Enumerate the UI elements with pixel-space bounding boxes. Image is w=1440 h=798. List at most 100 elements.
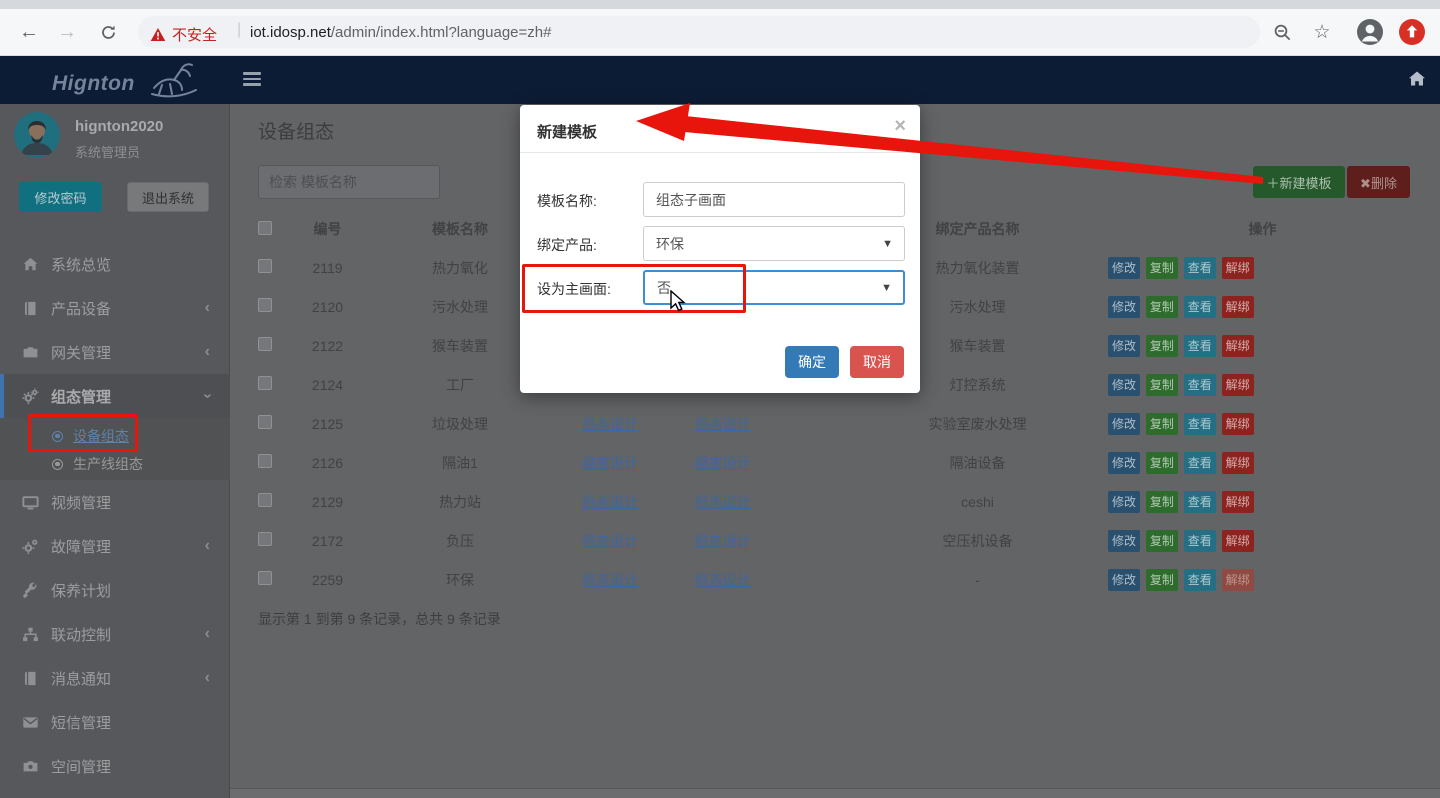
design-link[interactable]: 组态设计	[582, 533, 638, 549]
modal-close-icon[interactable]: ×	[894, 115, 906, 138]
design-link[interactable]: 组态设计	[582, 416, 638, 432]
view-button[interactable]: 查看	[1184, 413, 1216, 435]
template-name-input[interactable]	[643, 182, 905, 217]
unbind-button[interactable]: 解绑	[1222, 257, 1254, 279]
bind-product-select[interactable]: 环保 ▼	[643, 226, 905, 261]
unbind-button[interactable]: 解绑	[1222, 374, 1254, 396]
view-button[interactable]: 查看	[1184, 257, 1216, 279]
zoom-out-button[interactable]	[1268, 18, 1296, 46]
sidebar-item-products[interactable]: 产品设备 ‹	[0, 286, 230, 330]
edit-button[interactable]: 修改	[1108, 257, 1140, 279]
design-link[interactable]: 组态设计	[695, 533, 751, 549]
confirm-button[interactable]: 确定	[785, 346, 839, 378]
design-link[interactable]: 组态设计	[695, 416, 751, 432]
sidebar-item-notifications[interactable]: 消息通知 ‹	[0, 656, 230, 700]
design-link[interactable]: 组态设计	[582, 494, 638, 510]
edit-button[interactable]: 修改	[1108, 296, 1140, 318]
sidebar-item-video[interactable]: 视频管理	[0, 480, 230, 524]
main-screen-select[interactable]: 否 ▼	[643, 270, 905, 305]
row-checkbox[interactable]	[258, 298, 272, 312]
home-button[interactable]	[1408, 70, 1426, 92]
row-checkbox[interactable]	[258, 532, 272, 546]
view-button[interactable]: 查看	[1184, 374, 1216, 396]
sidebar-toggle-button[interactable]	[243, 72, 261, 87]
unbind-button[interactable]: 解绑	[1222, 296, 1254, 318]
copy-button[interactable]: 复制	[1146, 335, 1178, 357]
page-footer: Copyright © 2019	[230, 788, 1440, 798]
row-product-name: -	[870, 572, 1085, 588]
sidebar-item-gateway[interactable]: 网关管理 ‹	[0, 330, 230, 374]
sidebar-item-maintenance[interactable]: 保养计划	[0, 568, 230, 612]
delete-button[interactable]: ✖删除	[1347, 166, 1410, 198]
row-checkbox[interactable]	[258, 376, 272, 390]
copy-button[interactable]: 复制	[1146, 413, 1178, 435]
copy-button[interactable]: 复制	[1146, 296, 1178, 318]
design-link[interactable]: 组态设计	[695, 494, 751, 510]
sidebar-item-fault[interactable]: 故障管理 ‹	[0, 524, 230, 568]
sidebar-item-line-config[interactable]: 生产线组态	[0, 450, 230, 478]
edit-button[interactable]: 修改	[1108, 335, 1140, 357]
sidebar-item-overview[interactable]: 系统总览	[0, 242, 230, 286]
sidebar-item-space[interactable]: 空间管理	[0, 744, 230, 788]
sidebar-item-linkage[interactable]: 联动控制 ‹	[0, 612, 230, 656]
page-title: 设备组态	[258, 117, 334, 144]
view-button[interactable]: 查看	[1184, 335, 1216, 357]
view-button[interactable]: 查看	[1184, 530, 1216, 552]
sidebar-item-device-config[interactable]: 设备组态	[0, 422, 230, 450]
profile-avatar-icon	[1356, 18, 1384, 46]
unbind-button[interactable]: 解绑	[1222, 530, 1254, 552]
edit-button[interactable]: 修改	[1108, 413, 1140, 435]
edit-button[interactable]: 修改	[1108, 569, 1140, 591]
modal-title: 新建模板	[537, 121, 597, 142]
edit-button[interactable]: 修改	[1108, 374, 1140, 396]
copy-button[interactable]: 复制	[1146, 374, 1178, 396]
browser-forward-button[interactable]: →	[53, 18, 81, 46]
row-checkbox[interactable]	[258, 454, 272, 468]
edit-button[interactable]: 修改	[1108, 530, 1140, 552]
row-product-name: ceshi	[870, 494, 1085, 510]
design-link[interactable]: 组态设计	[695, 572, 751, 588]
unbind-button[interactable]: 解绑	[1222, 491, 1254, 513]
copy-button[interactable]: 复制	[1146, 257, 1178, 279]
view-button[interactable]: 查看	[1184, 491, 1216, 513]
bookmark-star-button[interactable]: ☆	[1308, 18, 1336, 46]
view-button[interactable]: 查看	[1184, 452, 1216, 474]
row-checkbox[interactable]	[258, 415, 272, 429]
copy-button[interactable]: 复制	[1146, 530, 1178, 552]
design-link[interactable]: 组态设计	[582, 455, 638, 471]
row-checkbox[interactable]	[258, 493, 272, 507]
copy-button[interactable]: 复制	[1146, 452, 1178, 474]
design-link[interactable]: 组态设计	[695, 455, 751, 471]
new-template-button[interactable]: ＋新建模板	[1253, 166, 1345, 198]
row-checkbox[interactable]	[258, 337, 272, 351]
caret-down-icon: ▼	[881, 282, 892, 294]
cancel-button[interactable]: 取消	[850, 346, 904, 378]
unbind-button[interactable]: 解绑	[1222, 452, 1254, 474]
design-link[interactable]: 组态设计	[582, 572, 638, 588]
logout-button[interactable]: 退出系统	[127, 182, 209, 212]
view-button[interactable]: 查看	[1184, 569, 1216, 591]
copy-button[interactable]: 复制	[1146, 491, 1178, 513]
search-input[interactable]	[258, 165, 440, 199]
browser-reload-button[interactable]	[94, 18, 122, 46]
browser-back-button[interactable]: ←	[15, 18, 43, 46]
browser-profile-button[interactable]	[1356, 18, 1384, 46]
change-password-button[interactable]: 修改密码	[19, 182, 102, 212]
row-checkbox[interactable]	[258, 259, 272, 273]
browser-chrome: ← → 不安全 | iot.idosp.net/admin/index.html…	[0, 0, 1440, 56]
security-warning-label[interactable]: 不安全	[172, 24, 217, 45]
edit-button[interactable]: 修改	[1108, 491, 1140, 513]
unbind-button[interactable]: 解绑	[1222, 335, 1254, 357]
envelope-icon	[22, 714, 39, 731]
copy-button[interactable]: 复制	[1146, 569, 1178, 591]
edit-button[interactable]: 修改	[1108, 452, 1140, 474]
table-row: 2259 环保 组态设计 组态设计 - 修改 复制 查看 解绑	[240, 560, 1440, 599]
sidebar-item-configuration[interactable]: 组态管理 ‹	[0, 374, 230, 418]
unbind-button[interactable]: 解绑	[1222, 569, 1254, 591]
browser-update-button[interactable]	[1398, 18, 1426, 46]
view-button[interactable]: 查看	[1184, 296, 1216, 318]
sidebar-item-sms[interactable]: 短信管理	[0, 700, 230, 744]
select-all-checkbox[interactable]	[258, 221, 272, 235]
unbind-button[interactable]: 解绑	[1222, 413, 1254, 435]
row-checkbox[interactable]	[258, 571, 272, 585]
